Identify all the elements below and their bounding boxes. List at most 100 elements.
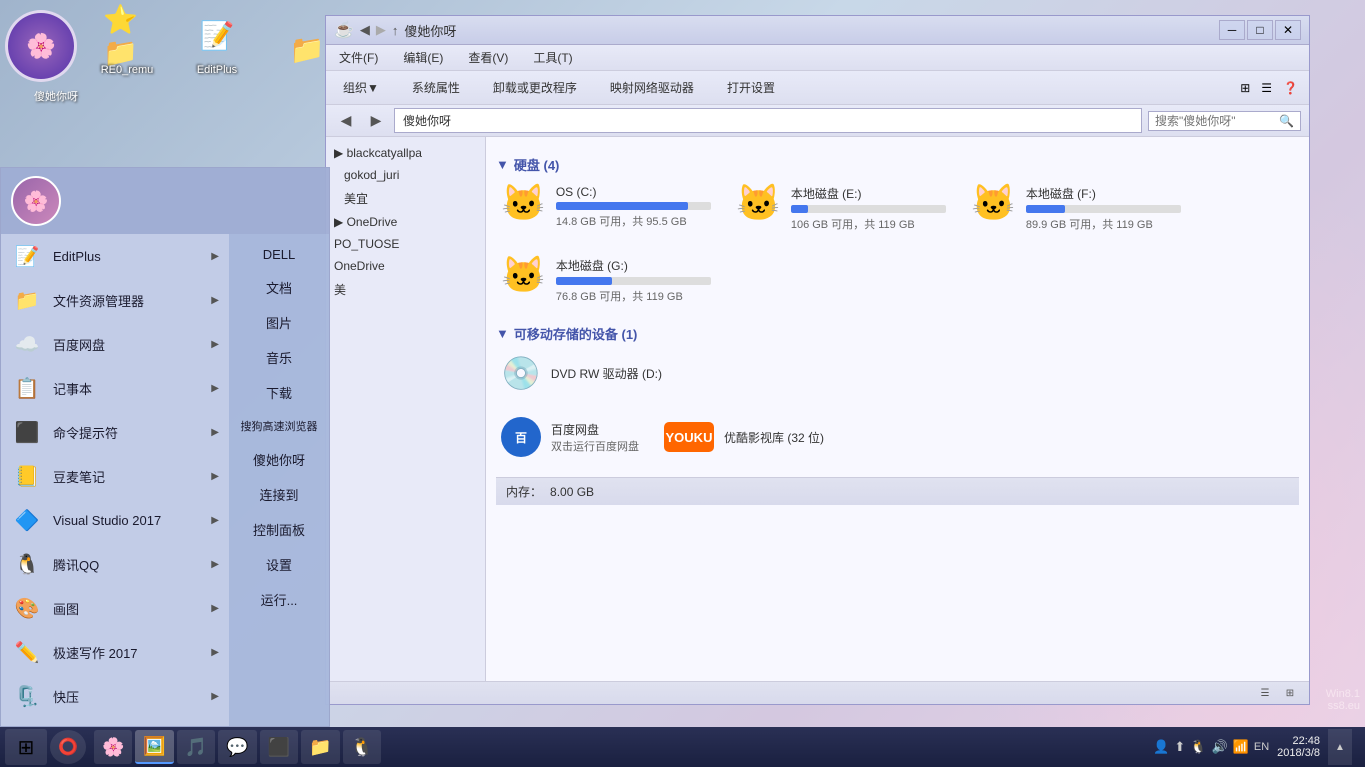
menu-jisuwrite[interactable]: ✏️ 极速写作 2017 ▶	[1, 630, 229, 674]
cmd-menu-label: 命令提示符	[53, 423, 201, 442]
editplus-desktop-label: EditPlus	[197, 64, 237, 77]
right-pics[interactable]: 图片	[229, 305, 329, 340]
menu-tools[interactable]: 工具(T)	[528, 47, 577, 68]
search-button[interactable]: ⭕	[50, 730, 86, 764]
baidu-menu-icon: ☁️	[11, 328, 43, 360]
menu-doumai[interactable]: 📒 豆麦笔记 ▶	[1, 454, 229, 498]
right-browser[interactable]: 搜狗高速浏览器	[229, 410, 329, 442]
right-sha[interactable]: 傻她你呀	[229, 442, 329, 477]
taskbar-app-baidu[interactable]: 🌸	[94, 730, 132, 764]
addr-fwd-btn[interactable]: ▶	[364, 109, 388, 133]
jisuwrite-label: 极速写作 2017	[53, 643, 201, 662]
drive-e-name: 本地磁盘 (E:)	[791, 185, 946, 202]
drive-f-icon: 🐱	[971, 185, 1016, 221]
tray-up-icon[interactable]: ⬆	[1174, 739, 1185, 755]
view-btn-list[interactable]: ☰	[1254, 684, 1276, 702]
search-input[interactable]	[1155, 114, 1275, 128]
clock[interactable]: 22:48 2018/3/8	[1277, 735, 1320, 759]
drive-e-icon: 🐱	[736, 185, 781, 221]
menu-file[interactable]: 文件(F)	[334, 47, 383, 68]
tree-item[interactable]: PO_TUOSE	[326, 233, 485, 255]
tree-item[interactable]: 美宜	[326, 186, 485, 211]
close-btn[interactable]: ✕	[1275, 20, 1301, 40]
notification-area[interactable]: ▲	[1328, 729, 1352, 765]
profile-avatar[interactable]: 🌸	[11, 176, 61, 226]
menu-qq[interactable]: 🐧 腾讯QQ ▶	[1, 542, 229, 586]
tray-qq-tray[interactable]: 🐧	[1190, 739, 1206, 755]
desktop-avatar[interactable]: 🌸	[5, 10, 77, 82]
taskbar-app-cmd[interactable]: ⬛	[260, 730, 298, 764]
baidu-icon: 百	[501, 417, 541, 457]
menu-paint[interactable]: 🎨 画图 ▶	[1, 586, 229, 630]
tray-network-icon[interactable]: 👤	[1153, 739, 1169, 755]
dvd-name: DVD RW 驱动器 (D:)	[551, 365, 662, 382]
menu-kuaiya[interactable]: 🗜️ 快压 ▶	[1, 674, 229, 718]
taskbar-app-qq[interactable]: 🐧	[343, 730, 381, 764]
taskbar-app-ps[interactable]: 🖼️	[135, 730, 173, 764]
menu-editplus[interactable]: 📝 EditPlus ▶	[1, 234, 229, 278]
view-btn-grid[interactable]: ⊞	[1279, 684, 1301, 702]
drive-g[interactable]: 🐱 本地磁盘 (G:) 76.8 GB 可用，共 119 GB	[496, 252, 716, 309]
maximize-btn[interactable]: □	[1247, 20, 1273, 40]
taskbar-app-explorer[interactable]: 📁	[301, 730, 339, 764]
toolbar-mapdrive[interactable]: 映射网络驱动器	[601, 75, 703, 100]
dvd-drive[interactable]: 💿 DVD RW 驱动器 (D:)	[496, 349, 696, 397]
drive-c[interactable]: 🐱 OS (C:) 14.8 GB 可用，共 95.5 GB	[496, 180, 716, 237]
editplus-icon: 📝	[11, 240, 43, 272]
menu-edit[interactable]: 编辑(E)	[398, 47, 448, 68]
nav-back-btn[interactable]: ◀	[360, 22, 370, 38]
drive-f[interactable]: 🐱 本地磁盘 (F:) 89.9 GB 可用，共 119 GB	[966, 180, 1186, 237]
toolbar-organize[interactable]: 组织▼	[334, 75, 388, 100]
tree-item[interactable]: OneDrive	[326, 255, 485, 277]
right-dell[interactable]: DELL	[229, 239, 329, 270]
toolbar-sysattr[interactable]: 系统属性	[403, 75, 469, 100]
tree-item[interactable]: 美	[326, 277, 485, 302]
paint-label: 画图	[53, 599, 201, 618]
right-download[interactable]: 下载	[229, 375, 329, 410]
right-settings[interactable]: 设置	[229, 547, 329, 582]
section-collapse-icon[interactable]: ▼	[496, 157, 509, 172]
view-list-btn[interactable]: ⊞	[1237, 78, 1253, 98]
help-btn[interactable]: ❓	[1280, 78, 1301, 98]
right-control-panel[interactable]: 控制面板	[229, 512, 329, 547]
menu-winsdk[interactable]: 🔧 Windows SoftwareDevelopment Kit ▶	[1, 718, 229, 726]
nav-forward-btn[interactable]: ▶	[376, 22, 386, 38]
menu-vs2017[interactable]: 🔷 Visual Studio 2017 ▶	[1, 498, 229, 542]
menu-file-explorer[interactable]: 📁 文件资源管理器 ▶	[1, 278, 229, 322]
minimize-btn[interactable]: ─	[1219, 20, 1245, 40]
menu-view[interactable]: 查看(V)	[463, 47, 513, 68]
address-input[interactable]: 傻她你呀	[394, 108, 1142, 133]
section-drives-header: ▼ 硬盘 (4)	[496, 155, 1299, 174]
menu-notepad[interactable]: 📋 记事本 ▶	[1, 366, 229, 410]
baidu-service[interactable]: 百 百度网盘 双击运行百度网盘	[496, 412, 644, 462]
desktop-icon-reo[interactable]: ⭐📁 RE0_remu	[92, 12, 162, 77]
right-music[interactable]: 音乐	[229, 340, 329, 375]
toolbar-opensettings[interactable]: 打开设置	[718, 75, 784, 100]
tree-item[interactable]: gokod_juri	[326, 164, 485, 186]
menu-cmd[interactable]: ⬛ 命令提示符 ▶	[1, 410, 229, 454]
view-detail-btn[interactable]: ☰	[1258, 78, 1275, 98]
right-connect[interactable]: 连接到	[229, 477, 329, 512]
toolbar-uninstall[interactable]: 卸载或更改程序	[484, 75, 586, 100]
start-button[interactable]: ⊞	[5, 729, 47, 765]
tray-wifi-icon[interactable]: 📶	[1233, 739, 1249, 755]
taskbar-right: 👤 ⬆ 🐧 🔊 📶 EN 22:48 2018/3/8 ▲	[1145, 729, 1360, 765]
taskbar-app-music[interactable]: 🎵	[177, 730, 215, 764]
desktop-icon-editplus[interactable]: 📝 EditPlus	[182, 12, 252, 77]
start-menu-layout: 📝 EditPlus ▶ 📁 文件资源管理器 ▶ ☁️ 百度网盘 ▶ 📋 记事本…	[1, 234, 329, 726]
youku-service[interactable]: YOUKU 优酷影视库 (32 位)	[659, 412, 829, 462]
section-devices-collapse[interactable]: ▼	[496, 326, 509, 341]
search-icon[interactable]: 🔍	[1279, 114, 1294, 128]
menu-baidu[interactable]: ☁️ 百度网盘 ▶	[1, 322, 229, 366]
right-docs[interactable]: 文档	[229, 270, 329, 305]
tree-item-onedrive[interactable]: ▶ OneDrive	[326, 211, 485, 233]
view-buttons: ☰ ⊞	[1254, 684, 1301, 702]
nav-up-btn[interactable]: ↑	[392, 23, 399, 38]
addr-back-btn[interactable]: ◀	[334, 109, 358, 133]
tree-item[interactable]: ▶ blackcatyallpa	[326, 142, 485, 164]
right-run[interactable]: 运行...	[229, 582, 329, 617]
taskbar-app-chat[interactable]: 💬	[218, 730, 256, 764]
tray-volume-icon[interactable]: 🔊	[1212, 739, 1228, 755]
drive-e[interactable]: 🐱 本地磁盘 (E:) 106 GB 可用，共 119 GB	[731, 180, 951, 237]
tray-en-icon[interactable]: EN	[1254, 741, 1269, 753]
